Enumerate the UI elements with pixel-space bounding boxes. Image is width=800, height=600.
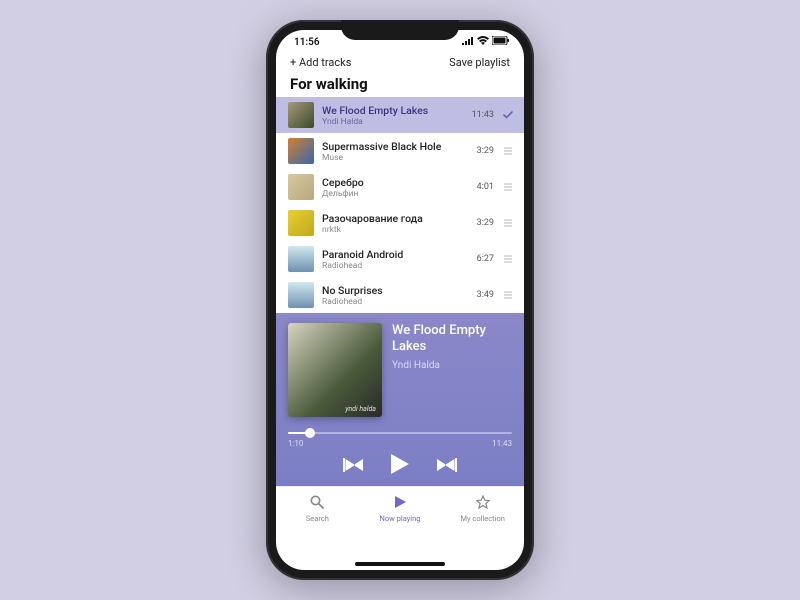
notch (341, 20, 459, 40)
next-icon[interactable] (437, 457, 457, 476)
search-icon (310, 494, 324, 513)
tab-my-collection[interactable]: My collection (441, 487, 524, 530)
previous-icon[interactable] (343, 457, 363, 476)
track-duration: 4:01 (468, 182, 494, 192)
track-artist: Radiohead (322, 261, 460, 271)
album-art (288, 174, 314, 200)
save-playlist-button[interactable]: Save playlist (449, 56, 510, 69)
tab-bar: Search Now playing My collection (276, 486, 524, 530)
track-duration: 3:29 (468, 146, 494, 156)
track-list[interactable]: We Flood Empty LakesYndi Halda 11:43 Super… (276, 97, 524, 313)
track-row[interactable]: No SurprisesRadiohead 3:49 (276, 277, 524, 313)
drag-handle-icon[interactable] (502, 217, 514, 229)
track-artist: nrktk (322, 225, 460, 235)
album-art (288, 102, 314, 128)
play-icon[interactable] (391, 454, 409, 478)
track-duration: 11:43 (468, 110, 494, 120)
player-track-artist: Yndi Halda (392, 360, 512, 371)
battery-icon (492, 36, 510, 48)
track-artist: Radiohead (322, 297, 460, 307)
player-controls (288, 454, 512, 478)
track-row[interactable]: СереброДельфин 4:01 (276, 169, 524, 205)
track-artist: Yndi Halda (322, 117, 460, 127)
track-title: Paranoid Android (322, 248, 460, 261)
track-row[interactable]: Разочарование годаnrktk 3:29 (276, 205, 524, 241)
track-title: Разочарование года (322, 212, 460, 225)
signal-icon (462, 37, 474, 48)
add-tracks-button[interactable]: + Add tracks (290, 56, 351, 69)
track-title: We Flood Empty Lakes (322, 104, 460, 117)
track-info: Supermassive Black HoleMuse (322, 140, 460, 163)
track-artist: Muse (322, 153, 460, 163)
track-info: Разочарование годаnrktk (322, 212, 460, 235)
drag-handle-icon[interactable] (502, 289, 514, 301)
track-title: Supermassive Black Hole (322, 140, 460, 153)
album-art (288, 246, 314, 272)
track-row[interactable]: Supermassive Black HoleMuse 3:29 (276, 133, 524, 169)
top-bar: + Add tracks Save playlist (276, 54, 524, 73)
track-info: We Flood Empty LakesYndi Halda (322, 104, 460, 127)
drag-handle-icon[interactable] (502, 253, 514, 265)
status-icons (462, 36, 510, 48)
tab-search[interactable]: Search (276, 487, 359, 530)
track-duration: 3:49 (468, 290, 494, 300)
track-title: Серебро (322, 176, 460, 189)
player-track-title: We Flood Empty Lakes (392, 323, 512, 354)
album-art (288, 282, 314, 308)
playlist-title: For walking (276, 73, 524, 97)
star-icon (476, 494, 490, 513)
track-info: Paranoid AndroidRadiohead (322, 248, 460, 271)
track-title: No Surprises (322, 284, 460, 297)
home-indicator[interactable] (355, 562, 445, 566)
track-row[interactable]: We Flood Empty LakesYndi Halda 11:43 (276, 97, 524, 133)
play-icon (393, 494, 407, 513)
phone-frame: 11:56 + Add tracks Save playlist For wal… (266, 20, 534, 580)
drag-handle-icon[interactable] (502, 145, 514, 157)
player-album-art[interactable] (288, 323, 382, 417)
drag-handle-icon[interactable] (502, 181, 514, 193)
status-time: 11:56 (294, 37, 320, 48)
album-art (288, 210, 314, 236)
tab-label: Now playing (380, 514, 421, 523)
tab-label: Search (306, 514, 329, 523)
wifi-icon (477, 36, 489, 48)
track-artist: Дельфин (322, 189, 460, 199)
check-icon (502, 111, 514, 119)
album-art (288, 138, 314, 164)
track-info: No SurprisesRadiohead (322, 284, 460, 307)
track-duration: 3:29 (468, 218, 494, 228)
tab-label: My collection (460, 514, 504, 523)
track-duration: 6:27 (468, 254, 494, 264)
now-playing-panel: We Flood Empty Lakes Yndi Halda 1:10 11:… (276, 313, 524, 486)
progress-slider[interactable] (288, 427, 512, 441)
tab-now-playing[interactable]: Now playing (359, 487, 442, 530)
track-row[interactable]: Paranoid AndroidRadiohead 6:27 (276, 241, 524, 277)
track-info: СереброДельфин (322, 176, 460, 199)
screen: 11:56 + Add tracks Save playlist For wal… (276, 30, 524, 570)
